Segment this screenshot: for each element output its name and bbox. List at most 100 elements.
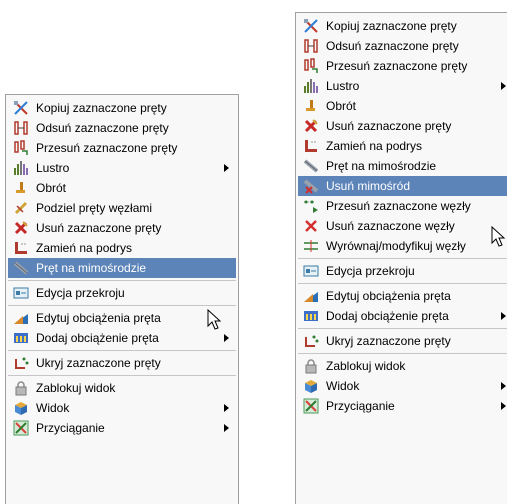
mirror-icon <box>303 78 319 94</box>
section-edit-icon <box>303 263 319 279</box>
menu-item-label: Edytuj obciążenia pręta <box>36 311 161 325</box>
menu-item-view[interactable]: Widok <box>298 376 507 396</box>
menu-item-rotate[interactable]: Obrót <box>298 96 507 116</box>
menu-item-snap[interactable]: Przyciąganie <box>8 418 236 438</box>
menu-separator <box>298 258 507 259</box>
submenu-arrow-icon <box>224 404 229 412</box>
menu-item-hide-bars[interactable]: Ukryj zaznaczone pręty <box>8 353 236 373</box>
menu-item-offset-bars[interactable]: Odsuń zaznaczone pręty <box>298 36 507 56</box>
menu-item-label: Kopiuj zaznaczone pręty <box>36 101 167 115</box>
menu-item-label: Przesuń zaznaczone węzły <box>326 199 471 213</box>
menu-item-label: Widok <box>36 401 70 415</box>
context-menu-left: Kopiuj zaznaczone pręty Odsuń zaznaczone… <box>5 94 239 504</box>
menu-item-snap[interactable]: Przyciąganie <box>298 396 507 416</box>
edit-loads-icon <box>13 310 29 326</box>
menu-item-convert-underlay[interactable]: Zamień na podrys <box>298 136 507 156</box>
menu-item-lock-view[interactable]: Zablokuj widok <box>8 378 236 398</box>
snap-icon <box>13 420 29 436</box>
menu-item-add-load[interactable]: Dodaj obciążenie pręta <box>8 328 236 348</box>
menu-item-section-edit[interactable]: Edycja przekroju <box>8 283 236 303</box>
move-bars-icon <box>303 58 319 74</box>
menu-item-eccentric-bar[interactable]: Pręt na mimośrodzie <box>8 258 236 278</box>
menu-item-label: Obrót <box>326 99 357 113</box>
menu-item-offset-bars[interactable]: Odsuń zaznaczone pręty <box>8 118 236 138</box>
menu-item-rotate[interactable]: Obrót <box>8 178 236 198</box>
menu-item-label: Usuń zaznaczone pręty <box>36 221 162 235</box>
menu-separator <box>8 350 236 351</box>
menu-separator <box>8 305 236 306</box>
menu-item-delete-bars[interactable]: Usuń zaznaczone pręty <box>298 116 507 136</box>
menu-item-remove-eccentric[interactable]: Usuń mimośród <box>298 176 507 196</box>
hide-bars-icon <box>13 355 29 371</box>
lock-view-icon <box>13 380 29 396</box>
menu-item-lock-view[interactable]: Zablokuj widok <box>298 356 507 376</box>
submenu-arrow-icon <box>224 164 229 172</box>
move-nodes-icon <box>303 198 319 214</box>
menu-item-label: Przesuń zaznaczone pręty <box>326 59 468 73</box>
menu-item-label: Przyciąganie <box>36 421 105 435</box>
menu-item-divide-bars[interactable]: Podziel pręty węzłami <box>8 198 236 218</box>
submenu-arrow-icon <box>501 382 506 390</box>
menu-item-label: Dodaj obciążenie pręta <box>36 331 159 345</box>
menu-item-move-bars[interactable]: Przesuń zaznaczone pręty <box>298 56 507 76</box>
mouse-pointer-icon <box>491 226 506 247</box>
offset-bars-icon <box>13 120 29 136</box>
menu-item-label: Przesuń zaznaczone pręty <box>36 141 178 155</box>
divide-bars-icon <box>13 200 29 216</box>
menu-item-edit-loads[interactable]: Edytuj obciążenia pręta <box>298 286 507 306</box>
menu-item-align-nodes[interactable]: Wyrównaj/modyfikuj węzły <box>298 236 507 256</box>
mouse-pointer-icon <box>207 309 222 330</box>
menu-item-label: Wyrównaj/modyfikuj węzły <box>326 239 466 253</box>
submenu-arrow-icon <box>224 334 229 342</box>
menu-item-mirror[interactable]: Lustro <box>298 76 507 96</box>
hide-bars-icon <box>303 333 319 349</box>
menu-item-section-edit[interactable]: Edycja przekroju <box>298 261 507 281</box>
menu-item-convert-underlay[interactable]: Zamień na podrys <box>8 238 236 258</box>
menu-item-hide-bars[interactable]: Ukryj zaznaczone pręty <box>298 331 507 351</box>
menu-item-copy-bars[interactable]: Kopiuj zaznaczone pręty <box>8 98 236 118</box>
menu-item-label: Kopiuj zaznaczone pręty <box>326 19 457 33</box>
view-icon <box>303 378 319 394</box>
delete-nodes-icon <box>303 218 319 234</box>
eccentric-bar-icon <box>13 260 29 276</box>
menu-item-move-nodes[interactable]: Przesuń zaznaczone węzły <box>298 196 507 216</box>
menu-item-label: Usuń mimośród <box>326 179 411 193</box>
snap-icon <box>303 398 319 414</box>
menu-item-copy-bars[interactable]: Kopiuj zaznaczone pręty <box>298 16 507 36</box>
convert-underlay-icon <box>303 138 319 154</box>
rotate-icon <box>13 180 29 196</box>
menu-item-label: Dodaj obciążenie pręta <box>326 309 449 323</box>
remove-eccentric-icon <box>303 178 319 194</box>
menu-item-label: Edytuj obciążenia pręta <box>326 289 451 303</box>
lock-view-icon <box>303 358 319 374</box>
menu-item-label: Podziel pręty węzłami <box>36 201 153 215</box>
menu-item-move-bars[interactable]: Przesuń zaznaczone pręty <box>8 138 236 158</box>
menu-item-view[interactable]: Widok <box>8 398 236 418</box>
copy-bars-icon <box>303 18 319 34</box>
menu-item-label: Odsuń zaznaczone pręty <box>326 39 459 53</box>
menu-item-delete-bars[interactable]: Usuń zaznaczone pręty <box>8 218 236 238</box>
menu-item-delete-nodes[interactable]: Usuń zaznaczone węzły <box>298 216 507 236</box>
menu-item-edit-loads[interactable]: Edytuj obciążenia pręta <box>8 308 236 328</box>
submenu-arrow-icon <box>501 82 506 90</box>
menu-item-mirror[interactable]: Lustro <box>8 158 236 178</box>
menu-item-add-load[interactable]: Dodaj obciążenie pręta <box>298 306 507 326</box>
menu-item-eccentric-bar[interactable]: Pręt na mimośrodzie <box>298 156 507 176</box>
move-bars-icon <box>13 140 29 156</box>
menu-item-label: Zablokuj widok <box>36 381 116 395</box>
menu-item-label: Lustro <box>326 79 360 93</box>
delete-bars-icon <box>303 118 319 134</box>
submenu-arrow-icon <box>224 424 229 432</box>
menu-item-label: Lustro <box>36 161 70 175</box>
add-load-icon <box>303 308 319 324</box>
menu-item-label: Zamień na podrys <box>326 139 423 153</box>
align-nodes-icon <box>303 238 319 254</box>
eccentric-bar-icon <box>303 158 319 174</box>
context-menu-right: Kopiuj zaznaczone pręty Odsuń zaznaczone… <box>295 12 507 504</box>
menu-item-label: Zamień na podrys <box>36 241 133 255</box>
delete-bars-icon <box>13 220 29 236</box>
menu-item-label: Usuń zaznaczone węzły <box>326 219 455 233</box>
add-load-icon <box>13 330 29 346</box>
mirror-icon <box>13 160 29 176</box>
edit-loads-icon <box>303 288 319 304</box>
